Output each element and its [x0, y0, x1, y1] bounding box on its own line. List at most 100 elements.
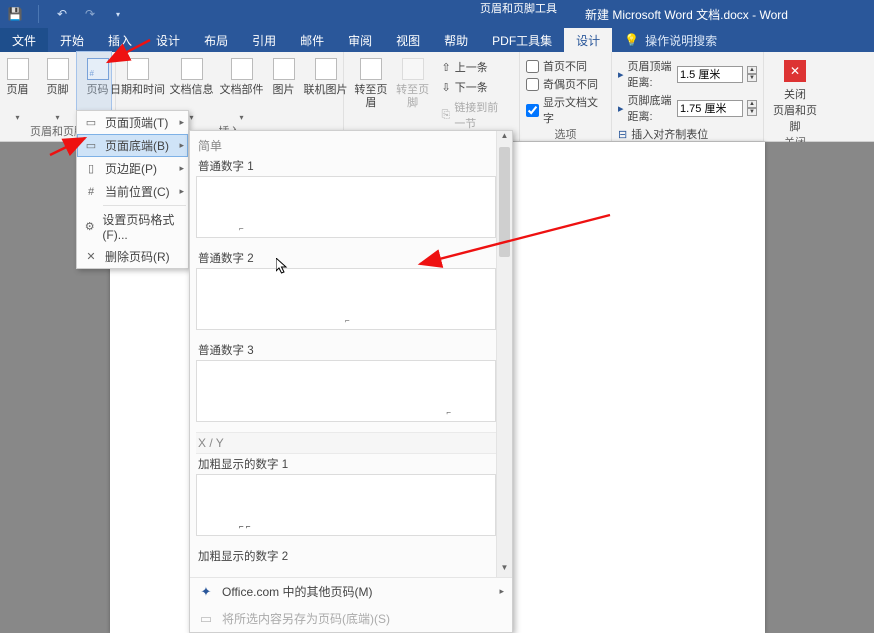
link-prev-button: ⎘链接到前一节	[438, 98, 514, 132]
menu-top-of-page[interactable]: ▭ 页面顶端(T)▸	[77, 111, 188, 134]
document-title: 新建 Microsoft Word 文档.docx - Word	[585, 6, 788, 23]
tab-pdf[interactable]: PDF工具集	[480, 28, 564, 52]
gallery-category-simple: 简单	[196, 133, 504, 156]
align-tab-icon: ⊟	[618, 128, 627, 141]
tab-help[interactable]: 帮助	[432, 28, 480, 52]
tab-home[interactable]: 开始	[48, 28, 96, 52]
tab-mailings[interactable]: 邮件	[288, 28, 336, 52]
close-hf-button[interactable]: ✕ 关闭 页眉和页脚	[770, 56, 820, 134]
undo-icon[interactable]: ↶	[55, 7, 69, 21]
tell-me-search[interactable]: 💡 操作说明搜索	[624, 28, 717, 52]
gallery-item-plain-1[interactable]: ⌐	[196, 176, 496, 238]
current-pos-icon: #	[83, 184, 99, 200]
picture-button[interactable]: 图片	[268, 56, 300, 122]
tab-file[interactable]: 文件	[0, 28, 48, 52]
goto-footer-icon	[402, 58, 424, 80]
gallery-footer: ✦ Office.com 中的其他页码(M) ▸ ▭ 将所选内容另存为页码(底端…	[190, 577, 512, 632]
divider	[38, 5, 39, 23]
insert-align-tab-button[interactable]: ⊟ 插入对齐制表位	[618, 126, 757, 142]
header-icon	[7, 58, 29, 80]
next-icon: ⇩	[442, 81, 451, 94]
diff-first-checkbox[interactable]: 首页不同	[526, 58, 605, 74]
goto-header-icon	[360, 58, 382, 80]
gallery-scrollbar[interactable]: ▲ ▼	[496, 131, 512, 577]
doc-info-icon	[181, 58, 203, 80]
page-number-icon: #	[87, 58, 109, 80]
show-doc-text-checkbox[interactable]: 显示文档文字	[526, 94, 605, 126]
online-picture-icon	[315, 58, 337, 80]
group-label-options: 选项	[555, 126, 577, 142]
gallery-item-bold-1[interactable]: ⌐ ⌐	[196, 474, 496, 536]
lightbulb-icon: 💡	[624, 33, 639, 47]
tab-design-context[interactable]: 设计	[564, 28, 612, 52]
spin-up[interactable]: ▲	[747, 66, 757, 74]
tab-view[interactable]: 视图	[384, 28, 432, 52]
chevron-icon: ▸	[618, 102, 624, 115]
link-icon: ⎘	[442, 109, 451, 122]
prev-icon: ⇧	[442, 61, 451, 74]
spin-down[interactable]: ▼	[747, 74, 757, 82]
footer-button[interactable]: 页脚▾	[39, 56, 77, 122]
tab-design[interactable]: 设计	[144, 28, 192, 52]
save-icon[interactable]: 💾	[8, 7, 22, 21]
separator	[103, 205, 186, 206]
ribbon-tabs: 文件 开始 插入 设计 布局 引用 邮件 审阅 视图 帮助 PDF工具集 设计 …	[0, 28, 874, 52]
scroll-down-icon[interactable]: ▼	[497, 563, 512, 577]
goto-header-button[interactable]: 转至页眉	[350, 56, 392, 122]
menu-bottom-of-page[interactable]: ▭ 页面底端(B)▸	[77, 134, 188, 157]
menu-page-margins[interactable]: ▯ 页边距(P)▸	[77, 157, 188, 180]
page-top-icon: ▭	[83, 115, 99, 131]
tab-review[interactable]: 审阅	[336, 28, 384, 52]
office-icon: ✦	[198, 584, 214, 600]
redo-icon[interactable]: ↷	[83, 7, 97, 21]
online-picture-button[interactable]: 联机图片	[302, 56, 350, 122]
quick-access-toolbar: 💾 ↶ ↷ ▾	[0, 5, 125, 23]
gallery-save-selection: ▭ 将所选内容另存为页码(底端)(S)	[190, 605, 512, 632]
tab-insert[interactable]: 插入	[96, 28, 144, 52]
close-icon: ✕	[784, 60, 806, 82]
footer-from-bottom-input[interactable]	[677, 100, 743, 117]
footer-icon	[47, 58, 69, 80]
nav-prev-button[interactable]: ⇧上一条	[438, 58, 514, 76]
nav-next-button[interactable]: ⇩下一条	[438, 78, 514, 96]
gallery-item-label: 普通数字 1	[196, 156, 504, 176]
doc-parts-button[interactable]: 文档部件▾	[218, 56, 266, 122]
spin-up[interactable]: ▲	[747, 100, 757, 108]
footer-from-bottom-label: 页脚底端距离:	[628, 92, 673, 124]
page-margins-icon: ▯	[83, 161, 99, 177]
gallery-more-office[interactable]: ✦ Office.com 中的其他页码(M) ▸	[190, 578, 512, 605]
menu-remove-page-numbers[interactable]: ✕ 删除页码(R)	[77, 245, 188, 268]
gallery-item-label: 普通数字 2	[196, 248, 504, 268]
doc-parts-icon	[231, 58, 253, 80]
save-selection-icon: ▭	[198, 611, 214, 627]
tell-me-label: 操作说明搜索	[645, 32, 717, 49]
qat-customize-icon[interactable]: ▾	[111, 7, 125, 21]
menu-format-page-numbers[interactable]: ⚙ 设置页码格式(F)...	[77, 208, 188, 245]
cursor-icon	[276, 258, 288, 276]
date-time-icon	[127, 58, 149, 80]
title-bar: 💾 ↶ ↷ ▾ 页眉和页脚工具 新建 Microsoft Word 文档.doc…	[0, 0, 874, 28]
picture-icon	[273, 58, 295, 80]
header-button[interactable]: 页眉▾	[0, 56, 37, 122]
tab-references[interactable]: 引用	[240, 28, 288, 52]
page-number-menu: ▭ 页面顶端(T)▸ ▭ 页面底端(B)▸ ▯ 页边距(P)▸ # 当前位置(C…	[76, 110, 189, 269]
header-from-top-label: 页眉顶端距离:	[628, 58, 673, 90]
header-from-top-input[interactable]	[677, 66, 743, 83]
gallery-scroll-area[interactable]: 简单 普通数字 1 ⌐ 普通数字 2 ⌐ 普通数字 3 ⌐ X / Y 加粗显示…	[190, 131, 512, 577]
gallery-item-label: 加粗显示的数字 1	[196, 454, 504, 474]
tab-layout[interactable]: 布局	[192, 28, 240, 52]
gallery-item-plain-2[interactable]: ⌐	[196, 268, 496, 330]
contextual-tab-label: 页眉和页脚工具	[470, 0, 567, 14]
scroll-up-icon[interactable]: ▲	[497, 131, 512, 145]
page-bottom-icon: ▭	[83, 138, 99, 154]
goto-footer-button[interactable]: 转至页脚	[392, 56, 434, 122]
chevron-icon: ▸	[618, 68, 624, 81]
scrollbar-thumb[interactable]	[499, 147, 510, 257]
menu-current-position[interactable]: # 当前位置(C)▸	[77, 180, 188, 203]
spin-down[interactable]: ▼	[747, 108, 757, 116]
diff-odd-even-checkbox[interactable]: 奇偶页不同	[526, 76, 605, 92]
gallery-item-label: 加粗显示的数字 2	[196, 546, 504, 566]
remove-icon: ✕	[83, 249, 99, 265]
format-icon: ⚙	[83, 219, 96, 235]
gallery-item-plain-3[interactable]: ⌐	[196, 360, 496, 422]
